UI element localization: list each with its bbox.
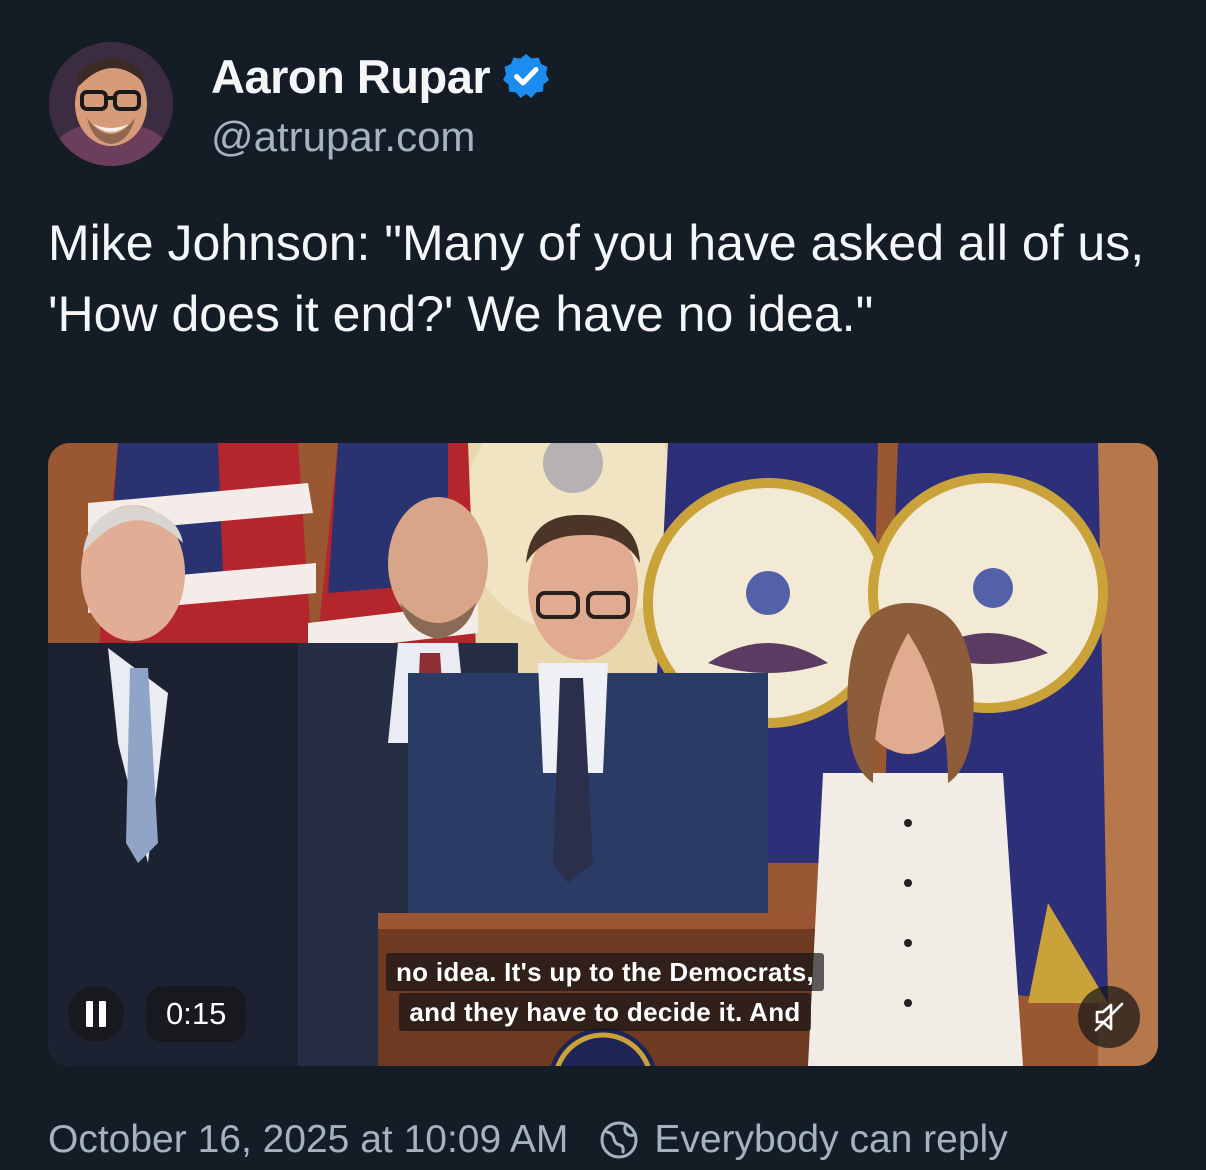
pause-icon <box>86 1001 106 1027</box>
author-handle[interactable]: @atrupar.com <box>211 113 475 161</box>
caption-line: and they have to decide it. And <box>399 993 811 1031</box>
author-avatar[interactable] <box>49 42 173 166</box>
globe-icon <box>600 1121 638 1159</box>
post-text: Mike Johnson: "Many of you have asked al… <box>48 215 1145 342</box>
video-captions: no idea. It's up to the Democrats, and t… <box>355 953 855 1031</box>
post-footer: October 16, 2025 at 10:09 AM Everybody c… <box>48 1112 1008 1168</box>
video-elapsed-time: 0:15 <box>146 986 247 1042</box>
unmute-button[interactable] <box>1078 986 1140 1048</box>
author-name-row[interactable]: Aaron Rupar <box>211 48 550 104</box>
reply-setting[interactable]: Everybody can reply <box>654 1118 1007 1162</box>
post-timestamp[interactable]: October 16, 2025 at 10:09 AM <box>48 1118 568 1162</box>
speaker-muted-icon <box>1094 1002 1124 1032</box>
avatar-photo <box>49 42 173 166</box>
verified-check-icon <box>503 54 550 98</box>
author-display-name[interactable]: Aaron Rupar <box>211 49 491 104</box>
video-player[interactable]: 0:15 no idea. It's up to the Democrats, … <box>48 443 1158 1066</box>
pause-button[interactable] <box>68 986 124 1042</box>
caption-line: no idea. It's up to the Democrats, <box>386 953 824 991</box>
